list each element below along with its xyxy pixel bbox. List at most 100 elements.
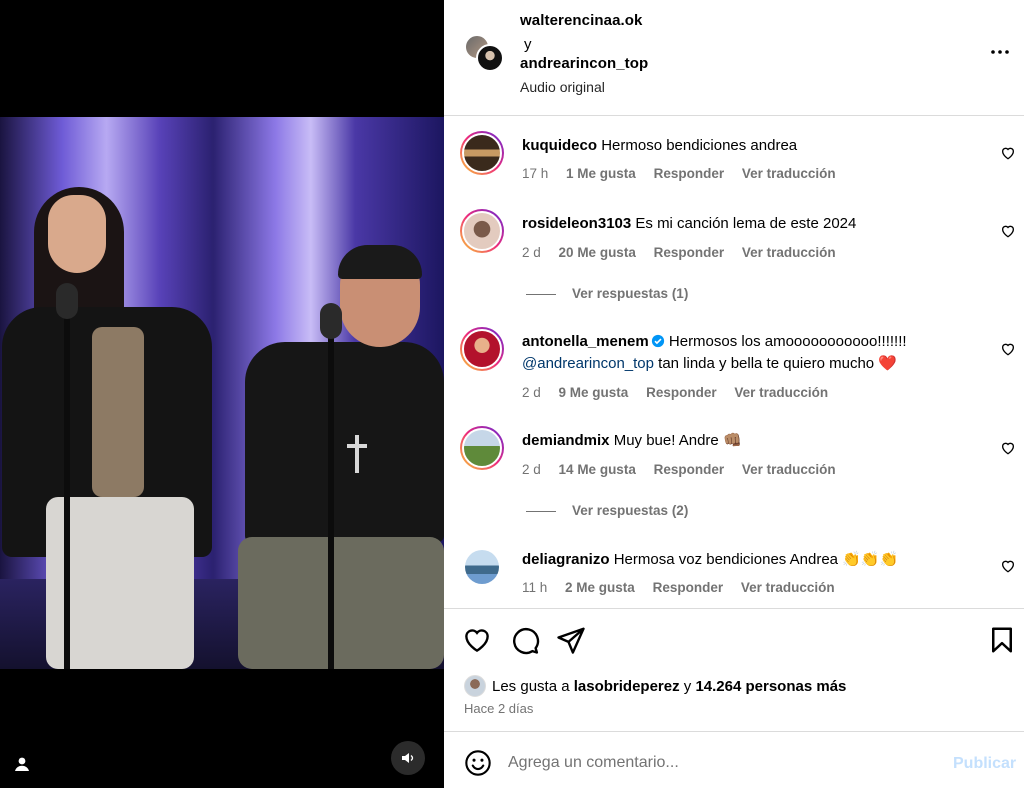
user-icon[interactable] (10, 752, 34, 776)
avatar[interactable] (476, 44, 504, 72)
comment-body: Es mi canción lema de este 2024 (635, 215, 857, 232)
bookmark-icon[interactable] (987, 625, 1017, 655)
video-player[interactable] (0, 117, 444, 669)
reply-button[interactable]: Responder (654, 462, 725, 477)
microphone (56, 283, 78, 319)
avatar[interactable] (460, 545, 504, 589)
cross-pendant-bar (347, 444, 367, 448)
avatar-image (462, 133, 502, 173)
translate-button[interactable]: Ver traducción (734, 385, 828, 400)
comment-time[interactable]: 2 d (522, 385, 541, 400)
view-replies-label[interactable]: Ver respuestas (2) (572, 503, 688, 518)
audio-label[interactable]: Audio original (520, 79, 605, 95)
author-username[interactable]: walterencinaa.ok (520, 12, 643, 29)
speaker-icon (402, 753, 414, 763)
comment-text: antonella_menem Hermosos los amooooooooo… (522, 331, 982, 375)
avatar-image (462, 211, 502, 251)
view-replies-button[interactable]: Ver respuestas (1) (526, 286, 688, 301)
liker-username[interactable]: lasobrideperez (574, 678, 680, 695)
avatar-image (465, 550, 499, 584)
comment-likes[interactable]: 1 Me gusta (566, 166, 636, 181)
comment-bubble-icon[interactable] (510, 625, 540, 655)
avatar-image (462, 428, 502, 468)
heart-icon[interactable] (1000, 341, 1016, 357)
comment-username[interactable]: antonella_menem (522, 333, 649, 350)
audio-toggle-button[interactable] (391, 741, 425, 775)
mic-stand (328, 337, 334, 669)
comment-username[interactable]: demiandmix (522, 432, 610, 449)
comment-body: Hermoso bendiciones andrea (601, 137, 798, 154)
avatar[interactable] (460, 209, 504, 253)
translate-button[interactable]: Ver traducción (742, 166, 836, 181)
singer2-hair (338, 245, 422, 279)
comment-meta: 2 d 20 Me gusta Responder Ver traducción (522, 245, 850, 260)
likes-joiner: y (683, 677, 692, 695)
more-horizontal-icon[interactable] (988, 40, 1012, 64)
comment-likes[interactable]: 9 Me gusta (559, 385, 629, 400)
post-actions: Les gusta a lasobrideperez y 14.264 pers… (444, 608, 1024, 732)
view-replies-label[interactable]: Ver respuestas (1) (572, 286, 688, 301)
singer2-pants (238, 537, 444, 669)
avatar[interactable] (460, 327, 504, 371)
comment-likes[interactable]: 20 Me gusta (559, 245, 636, 260)
avatar[interactable] (460, 131, 504, 175)
comment-body: Muy bue! Andre (613, 432, 719, 449)
translate-button[interactable]: Ver traducción (742, 245, 836, 260)
mention-link[interactable]: @andrearincon_top (522, 355, 654, 372)
comment-username[interactable]: kuquideco (522, 137, 597, 154)
comment-text: deliagranizo Hermosa voz bendiciones And… (522, 549, 982, 571)
avatar-image (462, 329, 502, 369)
clapping-emoji: 👏👏👏 (842, 551, 899, 568)
likes-summary: Les gusta a lasobrideperez y 14.264 pers… (464, 675, 846, 697)
heart-icon[interactable] (1000, 145, 1016, 161)
comment-time[interactable]: 2 d (522, 462, 541, 477)
singer2-shirt (245, 342, 444, 542)
heart-emoji: ❤️ (878, 355, 897, 372)
comment-username[interactable]: deliagranizo (522, 551, 610, 568)
likes-prefix: Les gusta a (492, 677, 570, 695)
post-media[interactable] (0, 0, 444, 788)
comment-time[interactable]: 11 h (522, 580, 547, 595)
comment-username[interactable]: rosideleon3103 (522, 215, 631, 232)
verified-badge-icon (651, 334, 664, 348)
avatar[interactable] (464, 675, 486, 697)
comment-input[interactable] (508, 747, 928, 779)
comments-list[interactable]: kuquideco Hermoso bendiciones andrea 17 … (444, 117, 1024, 608)
translate-button[interactable]: Ver traducción (742, 462, 836, 477)
comment-time[interactable]: 17 h (522, 166, 548, 181)
reply-button[interactable]: Responder (654, 166, 725, 181)
reply-button[interactable]: Responder (654, 245, 725, 260)
view-replies-button[interactable]: Ver respuestas (2) (526, 503, 688, 518)
comment-body: Hermosa voz bendiciones Andrea (613, 551, 838, 568)
collaborator-username[interactable]: andrearincon_top (520, 55, 648, 72)
comment-likes[interactable]: 14 Me gusta (559, 462, 636, 477)
comment-time[interactable]: 2 d (522, 245, 541, 260)
cross-pendant (355, 435, 359, 473)
comment-composer: Publicar (444, 733, 1024, 788)
fist-emoji: 👊🏽 (722, 432, 742, 449)
likes-count[interactable]: 14.264 personas más (695, 678, 846, 695)
heart-icon[interactable] (462, 625, 492, 655)
collab-joiner: y (524, 36, 532, 53)
heart-icon[interactable] (1000, 223, 1016, 239)
heart-icon[interactable] (1000, 440, 1016, 456)
post-timestamp[interactable]: Hace 2 días (464, 701, 533, 716)
reply-button[interactable]: Responder (646, 385, 717, 400)
replies-divider (526, 510, 556, 512)
replies-divider (526, 293, 556, 295)
singer-face (48, 195, 106, 273)
paper-plane-icon[interactable] (556, 625, 586, 655)
comment-text: kuquideco Hermoso bendiciones andrea (522, 135, 982, 157)
collab-avatars[interactable] (464, 34, 504, 74)
comment-likes[interactable]: 2 Me gusta (565, 580, 635, 595)
comment-meta: 11 h 2 Me gusta Responder Ver traducción (522, 580, 849, 595)
smiley-icon[interactable] (464, 749, 492, 777)
translate-button[interactable]: Ver traducción (741, 580, 835, 595)
microphone (320, 303, 342, 339)
avatar[interactable] (460, 426, 504, 470)
reply-button[interactable]: Responder (653, 580, 724, 595)
post-header: walterencinaa.ok y andrearincon_top Audi… (444, 0, 1024, 116)
publish-button[interactable]: Publicar (953, 755, 1016, 773)
comment-meta: 17 h 1 Me gusta Responder Ver traducción (522, 166, 850, 181)
heart-icon[interactable] (1000, 558, 1016, 574)
